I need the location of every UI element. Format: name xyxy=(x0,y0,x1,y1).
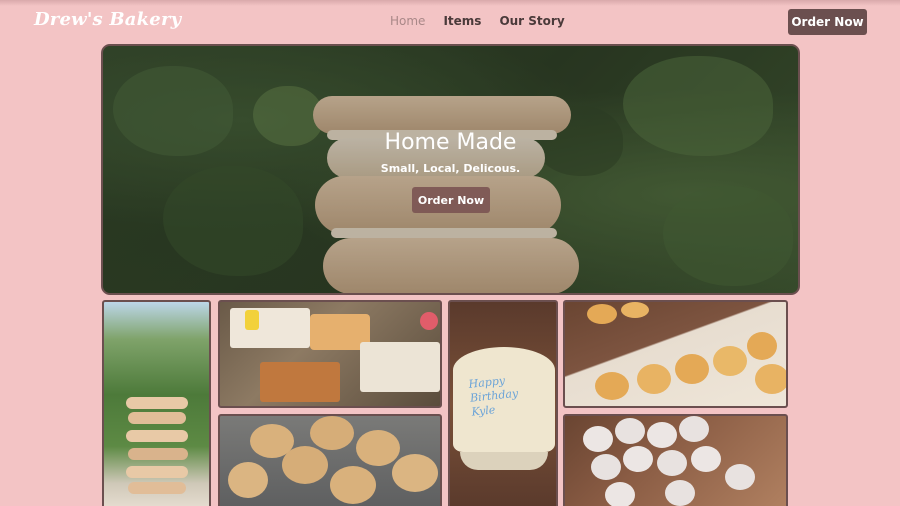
hero-subtitle: Small, Local, Delicous. xyxy=(380,162,521,175)
brand-logo[interactable]: Drew's Bakery xyxy=(34,9,181,30)
gallery-photo-cupcakes xyxy=(563,414,788,506)
nav-link-home[interactable]: Home xyxy=(390,14,425,28)
hero-order-now-button[interactable]: Order Now xyxy=(412,187,490,213)
nav-link-our-story[interactable]: Our Story xyxy=(499,14,564,28)
gallery-photo-birthday-cake: Happy Birthday Kyle xyxy=(448,300,558,506)
gallery-photo-party-table xyxy=(218,300,442,408)
order-now-button[interactable]: Order Now xyxy=(788,9,867,35)
hero-banner: Home Made Small, Local, Delicous. Order … xyxy=(101,44,800,295)
gallery-photo-macaron-stack xyxy=(102,300,211,506)
nav-links: Home Items Our Story xyxy=(390,14,565,28)
cake-text: Happy Birthday Kyle xyxy=(468,374,519,419)
nav-link-items[interactable]: Items xyxy=(443,14,481,28)
gallery-photo-cream-puffs xyxy=(563,300,788,408)
gallery-photo-blueberry-muffins xyxy=(218,414,442,506)
navbar: Drew's Bakery Home Items Our Story Order… xyxy=(0,0,900,44)
hero-title: Home Made xyxy=(384,130,517,155)
